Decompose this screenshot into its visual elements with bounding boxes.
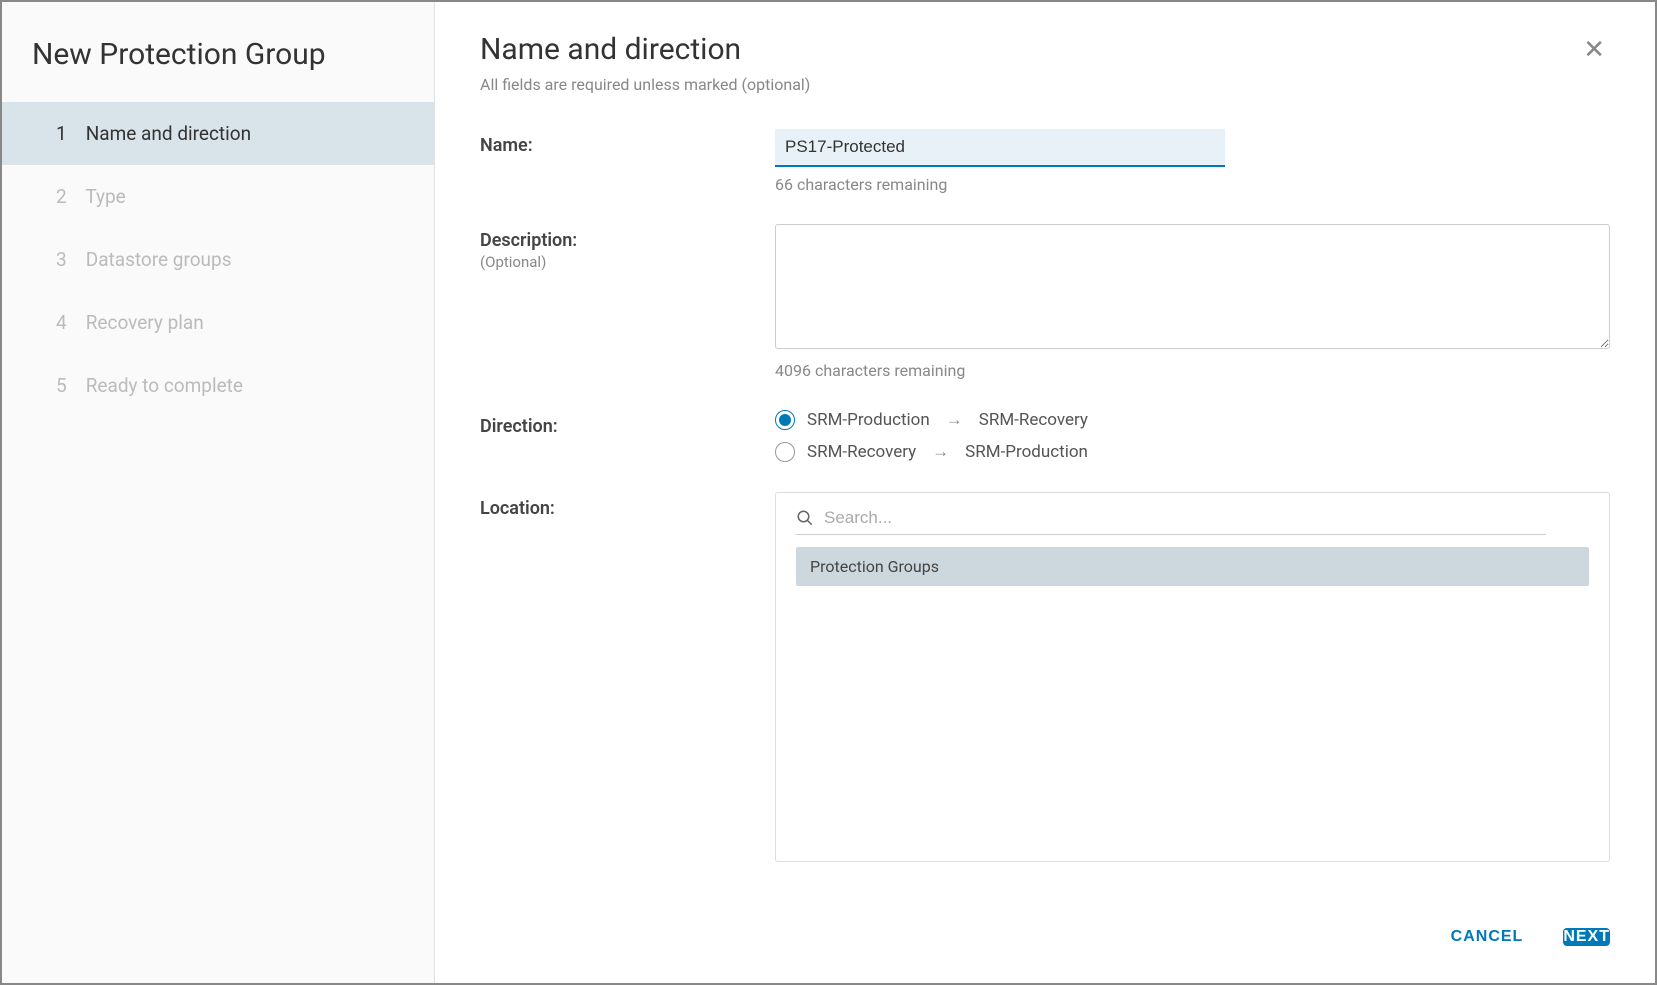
location-label: Location: bbox=[480, 492, 775, 519]
name-helper-text: 66 characters remaining bbox=[775, 175, 1610, 194]
wizard-step-list: 1 Name and direction 2 Type 3 Datastore … bbox=[2, 102, 434, 417]
description-row: Description: (Optional) 4096 characters … bbox=[480, 224, 1610, 380]
description-textarea[interactable] bbox=[775, 224, 1610, 349]
step-number: 3 bbox=[56, 248, 81, 271]
wizard-step-type[interactable]: 2 Type bbox=[2, 165, 434, 228]
step-number: 5 bbox=[56, 374, 81, 397]
step-label: Recovery plan bbox=[86, 311, 204, 334]
search-icon bbox=[796, 509, 814, 527]
step-label: Ready to complete bbox=[86, 374, 243, 397]
direction-label: Direction: bbox=[480, 410, 775, 437]
direction-to: SRM-Recovery bbox=[979, 410, 1088, 430]
direction-from: SRM-Recovery bbox=[807, 442, 916, 462]
wizard-step-recovery-plan[interactable]: 4 Recovery plan bbox=[2, 291, 434, 354]
close-icon[interactable]: ✕ bbox=[1578, 32, 1610, 68]
step-label: Type bbox=[85, 185, 125, 208]
wizard-step-name-direction[interactable]: 1 Name and direction bbox=[2, 102, 434, 165]
direction-radio-group: SRM-Production → SRM-Recovery SRM-Recove… bbox=[775, 410, 1610, 462]
arrow-right-icon: → bbox=[932, 442, 949, 462]
search-wrapper bbox=[796, 508, 1546, 535]
step-number: 4 bbox=[56, 311, 81, 334]
location-search-input[interactable] bbox=[824, 508, 1546, 528]
wizard-title: New Protection Group bbox=[2, 27, 434, 102]
name-row: Name: 66 characters remaining bbox=[480, 129, 1610, 194]
content-body: Name and direction All fields are requir… bbox=[435, 2, 1655, 891]
new-protection-group-dialog: New Protection Group 1 Name and directio… bbox=[0, 0, 1657, 985]
wizard-step-ready-complete[interactable]: 5 Ready to complete bbox=[2, 354, 434, 417]
step-label: Name and direction bbox=[86, 122, 251, 145]
description-helper-text: 4096 characters remaining bbox=[775, 361, 1610, 380]
direction-option-recovery-to-prod[interactable]: SRM-Recovery → SRM-Production bbox=[775, 442, 1610, 462]
wizard-step-datastore-groups[interactable]: 3 Datastore groups bbox=[2, 228, 434, 291]
step-number: 2 bbox=[56, 185, 81, 208]
description-label-text: Description: bbox=[480, 230, 577, 251]
page-title: Name and direction bbox=[480, 32, 810, 67]
step-number: 1 bbox=[56, 122, 81, 145]
direction-from: SRM-Production bbox=[807, 410, 930, 430]
next-button[interactable]: NEXT bbox=[1563, 928, 1610, 946]
main-content: Name and direction All fields are requir… bbox=[435, 2, 1655, 983]
page-header: Name and direction All fields are requir… bbox=[480, 32, 1610, 129]
name-input[interactable] bbox=[775, 129, 1225, 167]
header-texts: Name and direction All fields are requir… bbox=[480, 32, 810, 129]
location-field-wrapper: Protection Groups bbox=[775, 492, 1610, 862]
location-item-protection-groups[interactable]: Protection Groups bbox=[796, 547, 1589, 586]
radio-icon bbox=[775, 410, 795, 430]
direction-to: SRM-Production bbox=[965, 442, 1088, 462]
step-label: Datastore groups bbox=[86, 248, 232, 271]
direction-option-prod-to-recovery[interactable]: SRM-Production → SRM-Recovery bbox=[775, 410, 1610, 430]
description-label: Description: (Optional) bbox=[480, 224, 775, 271]
description-field-wrapper: 4096 characters remaining bbox=[775, 224, 1610, 380]
direction-row: Direction: SRM-Production → SRM-Recovery… bbox=[480, 410, 1610, 462]
location-row: Location: Protection Groups bbox=[480, 492, 1610, 862]
page-subtitle: All fields are required unless marked (o… bbox=[480, 75, 810, 94]
arrow-right-icon: → bbox=[946, 410, 963, 430]
dialog-footer: CANCEL NEXT bbox=[435, 891, 1655, 983]
location-box: Protection Groups bbox=[775, 492, 1610, 862]
cancel-button[interactable]: CANCEL bbox=[1431, 916, 1544, 958]
wizard-sidebar: New Protection Group 1 Name and directio… bbox=[2, 2, 435, 983]
optional-text: (Optional) bbox=[480, 253, 775, 271]
radio-icon bbox=[775, 442, 795, 462]
name-label: Name: bbox=[480, 129, 775, 156]
name-field-wrapper: 66 characters remaining bbox=[775, 129, 1610, 194]
